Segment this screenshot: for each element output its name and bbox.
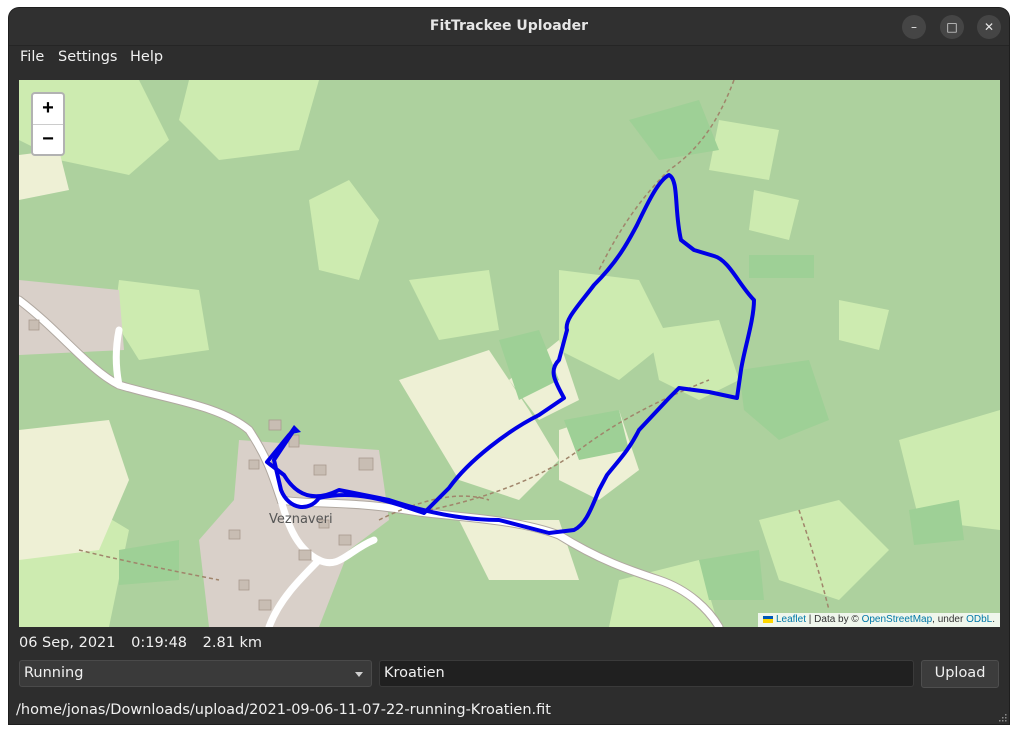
zoom-control: + − bbox=[31, 92, 65, 156]
sport-select-value: Running bbox=[24, 665, 84, 681]
resize-grip-icon[interactable] bbox=[997, 712, 1007, 722]
maximize-icon: □ bbox=[946, 20, 958, 34]
attribution-end: . bbox=[992, 614, 995, 625]
minimize-icon: – bbox=[911, 20, 917, 34]
leaflet-link[interactable]: Leaflet bbox=[776, 614, 806, 625]
menu-help[interactable]: Help bbox=[130, 49, 163, 65]
odbl-link[interactable]: ODbL bbox=[966, 614, 992, 625]
ukraine-flag-icon bbox=[762, 615, 773, 623]
status-file-path: /home/jonas/Downloads/upload/2021-09-06-… bbox=[16, 702, 551, 718]
track-start-marker bbox=[287, 425, 301, 435]
map-place-label: Veznaveri bbox=[269, 512, 333, 527]
chevron-down-icon bbox=[355, 672, 363, 677]
menu-file[interactable]: File bbox=[20, 49, 44, 65]
activity-date: 06 Sep, 2021 bbox=[19, 635, 116, 651]
activity-summary: 06 Sep, 2021 0:19:48 2.81 km bbox=[19, 635, 273, 651]
maximize-button[interactable]: □ bbox=[940, 15, 964, 39]
attribution-under: , under bbox=[932, 614, 964, 625]
osm-link[interactable]: OpenStreetMap bbox=[862, 614, 933, 625]
close-icon: ✕ bbox=[983, 20, 995, 34]
upload-button[interactable]: Upload bbox=[921, 660, 999, 688]
title-field[interactable] bbox=[379, 660, 914, 687]
zoom-out-button[interactable]: − bbox=[33, 125, 63, 154]
title-bar: FitTrackee Uploader – □ ✕ bbox=[9, 8, 1009, 46]
window-title: FitTrackee Uploader bbox=[429, 18, 589, 34]
map-tiles bbox=[19, 80, 1000, 627]
activity-duration: 0:19:48 bbox=[131, 635, 188, 651]
minimize-button[interactable]: – bbox=[902, 15, 926, 39]
zoom-in-button[interactable]: + bbox=[33, 94, 63, 125]
title-input[interactable] bbox=[384, 663, 904, 683]
activity-distance: 2.81 km bbox=[202, 635, 263, 651]
close-button[interactable]: ✕ bbox=[977, 15, 1001, 39]
app-window: FitTrackee Uploader – □ ✕ File Settings … bbox=[9, 8, 1009, 724]
attribution-text: | Data by © bbox=[808, 614, 859, 625]
menu-settings[interactable]: Settings bbox=[58, 49, 117, 65]
sport-select[interactable]: Running bbox=[19, 660, 372, 687]
menu-bar: File Settings Help bbox=[9, 46, 1009, 70]
map-attribution: Leaflet | Data by © OpenStreetMap, under… bbox=[757, 613, 1000, 627]
map-view[interactable]: Veznaveri + − Leaflet | Data by © OpenSt… bbox=[19, 80, 1000, 627]
